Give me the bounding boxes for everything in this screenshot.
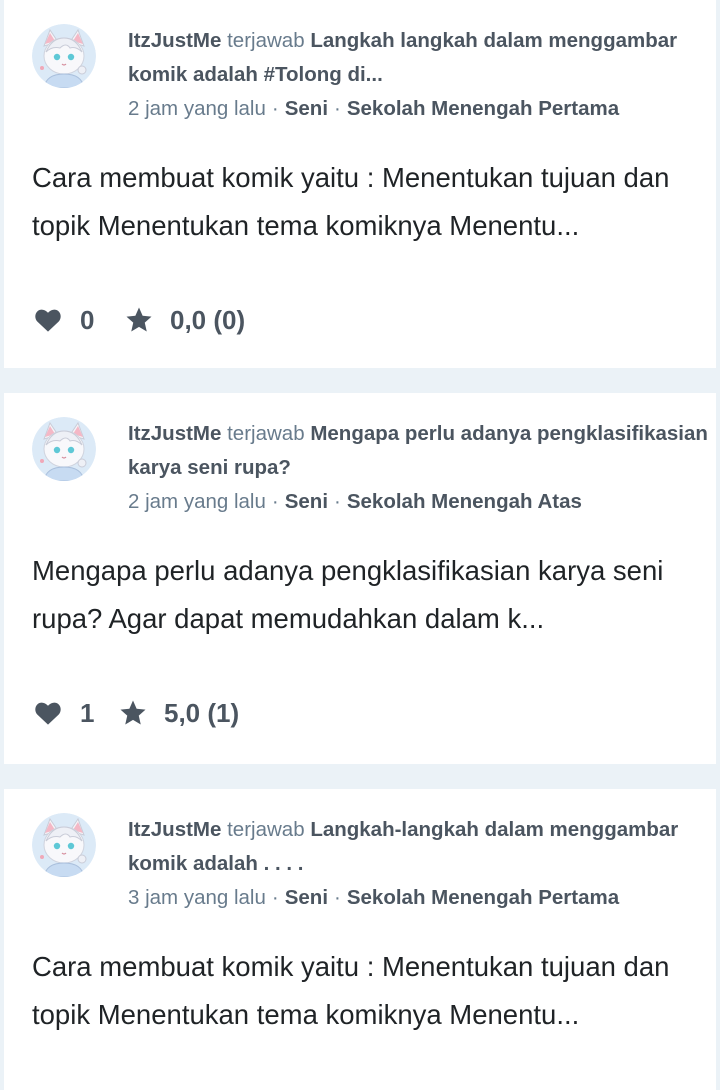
meta-line: 2 jam yang lalu · Seni · Sekolah Menengah Pe…	[128, 92, 708, 126]
avatar[interactable]	[32, 813, 96, 877]
avatar-icon	[32, 24, 96, 88]
answer-stats: 1 5,0 (1)	[34, 693, 239, 733]
answered-verb: terjawab	[227, 422, 305, 445]
answer-text[interactable]: Mengapa perlu adanya pengklasifikasian k…	[32, 547, 692, 643]
subject-link[interactable]: Seni	[285, 490, 328, 513]
star-icon	[126, 307, 152, 332]
author-name[interactable]: ItzJustMe	[128, 29, 221, 52]
answered-verb: terjawab	[227, 818, 305, 841]
meta-line: 2 jam yang lalu · Seni · Sekolah Menengah At…	[128, 485, 708, 519]
avatar-icon	[32, 813, 96, 877]
answer-time: 2 jam yang lalu	[128, 97, 266, 120]
avatar-icon	[32, 417, 96, 481]
answer-card[interactable]: ItzJustMe terjawab Langkah langkah dalam…	[4, 0, 716, 368]
separator: ·	[334, 97, 341, 120]
school-level: Sekolah Menengah Pertama	[346, 97, 620, 120]
separator: ·	[334, 886, 341, 909]
star-icon	[120, 700, 146, 725]
answer-card[interactable]: ItzJustMe terjawab Langkah-langkah dalam…	[4, 789, 716, 1090]
avatar[interactable]	[32, 417, 96, 481]
thanks-count: 1	[80, 697, 95, 728]
heart-icon	[35, 309, 61, 332]
answer-stats: 0 0,0 (0)	[34, 300, 245, 340]
answer-text[interactable]: Cara membuat komik yaitu : Menentukan tu…	[32, 943, 692, 1039]
author-name[interactable]: ItzJustMe	[128, 422, 221, 445]
answer-time: 3 jam yang lalu	[128, 886, 266, 909]
meta-line: 3 jam yang lalu · Seni · Sekolah Menengah Pe…	[128, 881, 708, 915]
avatar[interactable]	[32, 24, 96, 88]
subject-link[interactable]: Seni	[285, 886, 328, 909]
heart-icon	[35, 702, 61, 725]
answer-card[interactable]: ItzJustMe terjawab Mengapa perlu adanya …	[4, 393, 716, 764]
thanks-count: 0	[80, 304, 95, 335]
answer-meta: ItzJustMe terjawab Langkah-langkah dalam…	[128, 813, 708, 915]
answer-meta: ItzJustMe terjawab Mengapa perlu adanya …	[128, 417, 708, 519]
rating-value: 5,0 (1)	[164, 697, 240, 728]
author-name[interactable]: ItzJustMe	[128, 818, 221, 841]
separator: ·	[271, 97, 279, 120]
answer-time: 2 jam yang lalu	[128, 490, 266, 513]
rating-value: 0,0 (0)	[170, 304, 246, 335]
answered-verb: terjawab	[227, 29, 305, 52]
answer-meta: ItzJustMe terjawab Langkah langkah dalam…	[128, 24, 708, 126]
separator: ·	[271, 490, 279, 513]
separator: ·	[334, 490, 341, 513]
separator: ·	[271, 886, 279, 909]
school-level: Sekolah Menengah Atas	[346, 490, 582, 513]
answer-text[interactable]: Cara membuat komik yaitu : Menentukan tu…	[32, 154, 692, 250]
subject-link[interactable]: Seni	[285, 97, 328, 120]
school-level: Sekolah Menengah Pertama	[346, 886, 620, 909]
